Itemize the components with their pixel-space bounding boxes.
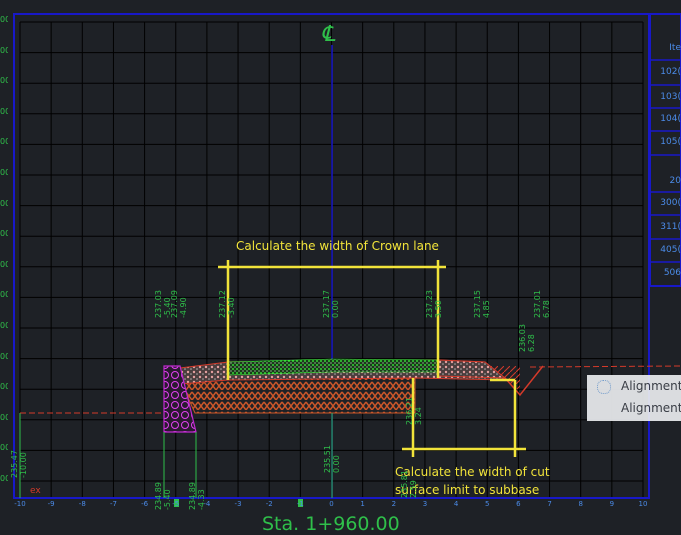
elevation-value: 235.51 xyxy=(323,445,332,473)
table-row: Ite xyxy=(669,43,681,53)
offset-value: 0.00 xyxy=(331,300,340,318)
y-tick-label: 00 xyxy=(0,321,8,330)
red-marker: ex xyxy=(30,486,41,496)
elevation-offset-label: 234.89 -4.33 xyxy=(188,482,206,510)
alignment-icon xyxy=(597,380,611,394)
elevation-offset-label: 236.03 6.28 xyxy=(518,324,536,352)
elevation-offset-label: 237.17 0.00 xyxy=(322,290,340,318)
table-row: 311( xyxy=(660,222,681,232)
table-row: 104( xyxy=(660,114,681,124)
x-tick-label: -5 xyxy=(172,500,180,508)
table-row: 102( xyxy=(660,67,681,77)
elevation-value: 235.47 xyxy=(10,450,19,478)
y-tick-label: 00 xyxy=(0,45,8,55)
elevation-value: 237.03 xyxy=(154,290,163,318)
offset-value: 6.78 xyxy=(542,300,551,318)
x-tick-label: 0 xyxy=(329,500,334,508)
x-tick-label: -10 xyxy=(14,500,26,508)
x-tick-label: 2 xyxy=(391,500,397,508)
elevation-value: 234.89 xyxy=(154,482,163,510)
table-row: 506 xyxy=(663,268,681,278)
y-tick-label: 00 xyxy=(0,259,8,269)
elevation-value: 237.01 xyxy=(533,290,542,318)
y-tick-label: 00 xyxy=(0,474,8,483)
x-tick-label: 1 xyxy=(360,500,365,508)
elevation-value: 236.21 xyxy=(405,397,414,425)
elevation-offset-label: 237.01 6.78 xyxy=(533,290,551,318)
x-tick-label: 4 xyxy=(453,500,459,508)
elevation-offset-label: 235.81 2.59 xyxy=(400,470,418,498)
table-row: 105( xyxy=(660,137,681,147)
y-tick-label: 00 xyxy=(0,15,8,24)
elevation-value: 235.81 xyxy=(400,470,409,498)
elevation-value: 237.09 xyxy=(170,290,179,318)
elevation-offset-label: 234.89 -5.40 xyxy=(154,482,172,510)
y-tick-label: 00 xyxy=(0,106,8,116)
offset-value: -5.40 xyxy=(163,489,172,510)
x-tick-label: -1 xyxy=(296,500,304,508)
offset-value: -3.40 xyxy=(227,297,236,318)
crown-lane-annotation: Calculate the width of Crown lane xyxy=(236,239,439,253)
x-tick-label: 10 xyxy=(638,500,648,508)
x-tick-label: 5 xyxy=(485,500,490,508)
centerline-symbol: ℄ xyxy=(321,22,336,47)
x-tick-label: -6 xyxy=(141,500,149,508)
table-row: 103( xyxy=(660,92,681,102)
elevation-value: 234.89 xyxy=(188,482,197,510)
alignment-label: Alignment xyxy=(621,401,681,415)
x-tick-label: 9 xyxy=(609,500,615,508)
elevation-offset-label: 237.09 -4.90 xyxy=(170,290,188,318)
y-tick-label: 00 xyxy=(0,229,8,239)
offset-value: -4.90 xyxy=(179,297,188,318)
alignment-item[interactable]: Alignment xyxy=(587,375,681,397)
y-tick-label: 00 xyxy=(0,412,8,422)
table-row: 300( xyxy=(660,198,681,208)
offset-value: 3.24 xyxy=(414,407,423,425)
station-label: Sta. 1+960.00 xyxy=(262,513,400,535)
x-tick-label: -9 xyxy=(47,500,55,508)
y-tick-label: 00 xyxy=(0,76,8,86)
offset-value: 0.00 xyxy=(332,455,341,473)
y-tick-label: 00 xyxy=(0,168,8,177)
x-tick-label: 6 xyxy=(516,500,521,508)
subbase-layer xyxy=(179,377,416,414)
alignment-label: Alignment xyxy=(621,379,681,393)
elevation-value: 237.15 xyxy=(473,290,482,318)
x-tick-label: 3 xyxy=(422,500,428,508)
table-row: 405( xyxy=(660,245,681,255)
y-tick-label: 00 xyxy=(0,290,8,300)
offset-value: 2.59 xyxy=(409,480,418,498)
cut-surface-annotation-line1: Calculate the width of cut xyxy=(395,465,550,479)
x-tick-label: -7 xyxy=(109,500,117,508)
elevation-offset-label: 235.51 0.00 xyxy=(323,445,341,473)
y-tick-label: 00 xyxy=(0,351,8,361)
x-tick-label: -2 xyxy=(265,500,273,508)
offset-value: -10.00 xyxy=(19,452,28,478)
offset-value: 4.85 xyxy=(482,300,491,318)
table-row: 20 xyxy=(669,176,681,186)
alignment-item[interactable]: Alignment xyxy=(587,397,681,419)
offset-value: 3.50 xyxy=(434,300,443,318)
offset-value: -4.33 xyxy=(197,489,206,510)
elevation-value: 237.12 xyxy=(218,290,227,318)
elevation-offset-label: 237.23 3.50 xyxy=(425,290,443,318)
x-tick-label: 8 xyxy=(578,500,583,508)
y-tick-label: 00 xyxy=(0,198,8,208)
offset-value: 6.28 xyxy=(527,334,536,352)
elevation-offset-label: 237.12 -3.40 xyxy=(218,290,236,318)
y-tick-label: 00 xyxy=(0,382,8,392)
x-tick-label: 7 xyxy=(547,500,552,508)
elevation-value: 237.23 xyxy=(425,290,434,318)
y-tick-label: 00 xyxy=(0,443,8,453)
x-tick-label: -8 xyxy=(78,500,86,508)
x-tick-label: -3 xyxy=(234,500,242,508)
elevation-offset-label: 235.47 -10.00 xyxy=(10,450,28,478)
alignment-tooltip[interactable]: Alignment Alignment xyxy=(587,375,681,421)
elevation-value: 237.17 xyxy=(322,290,331,318)
elevation-offset-label: 236.21 3.24 xyxy=(405,397,423,425)
elevation-value: 236.03 xyxy=(518,324,527,352)
elevation-offset-label: 237.15 4.85 xyxy=(473,290,491,318)
y-tick-label: 00 xyxy=(0,137,8,147)
